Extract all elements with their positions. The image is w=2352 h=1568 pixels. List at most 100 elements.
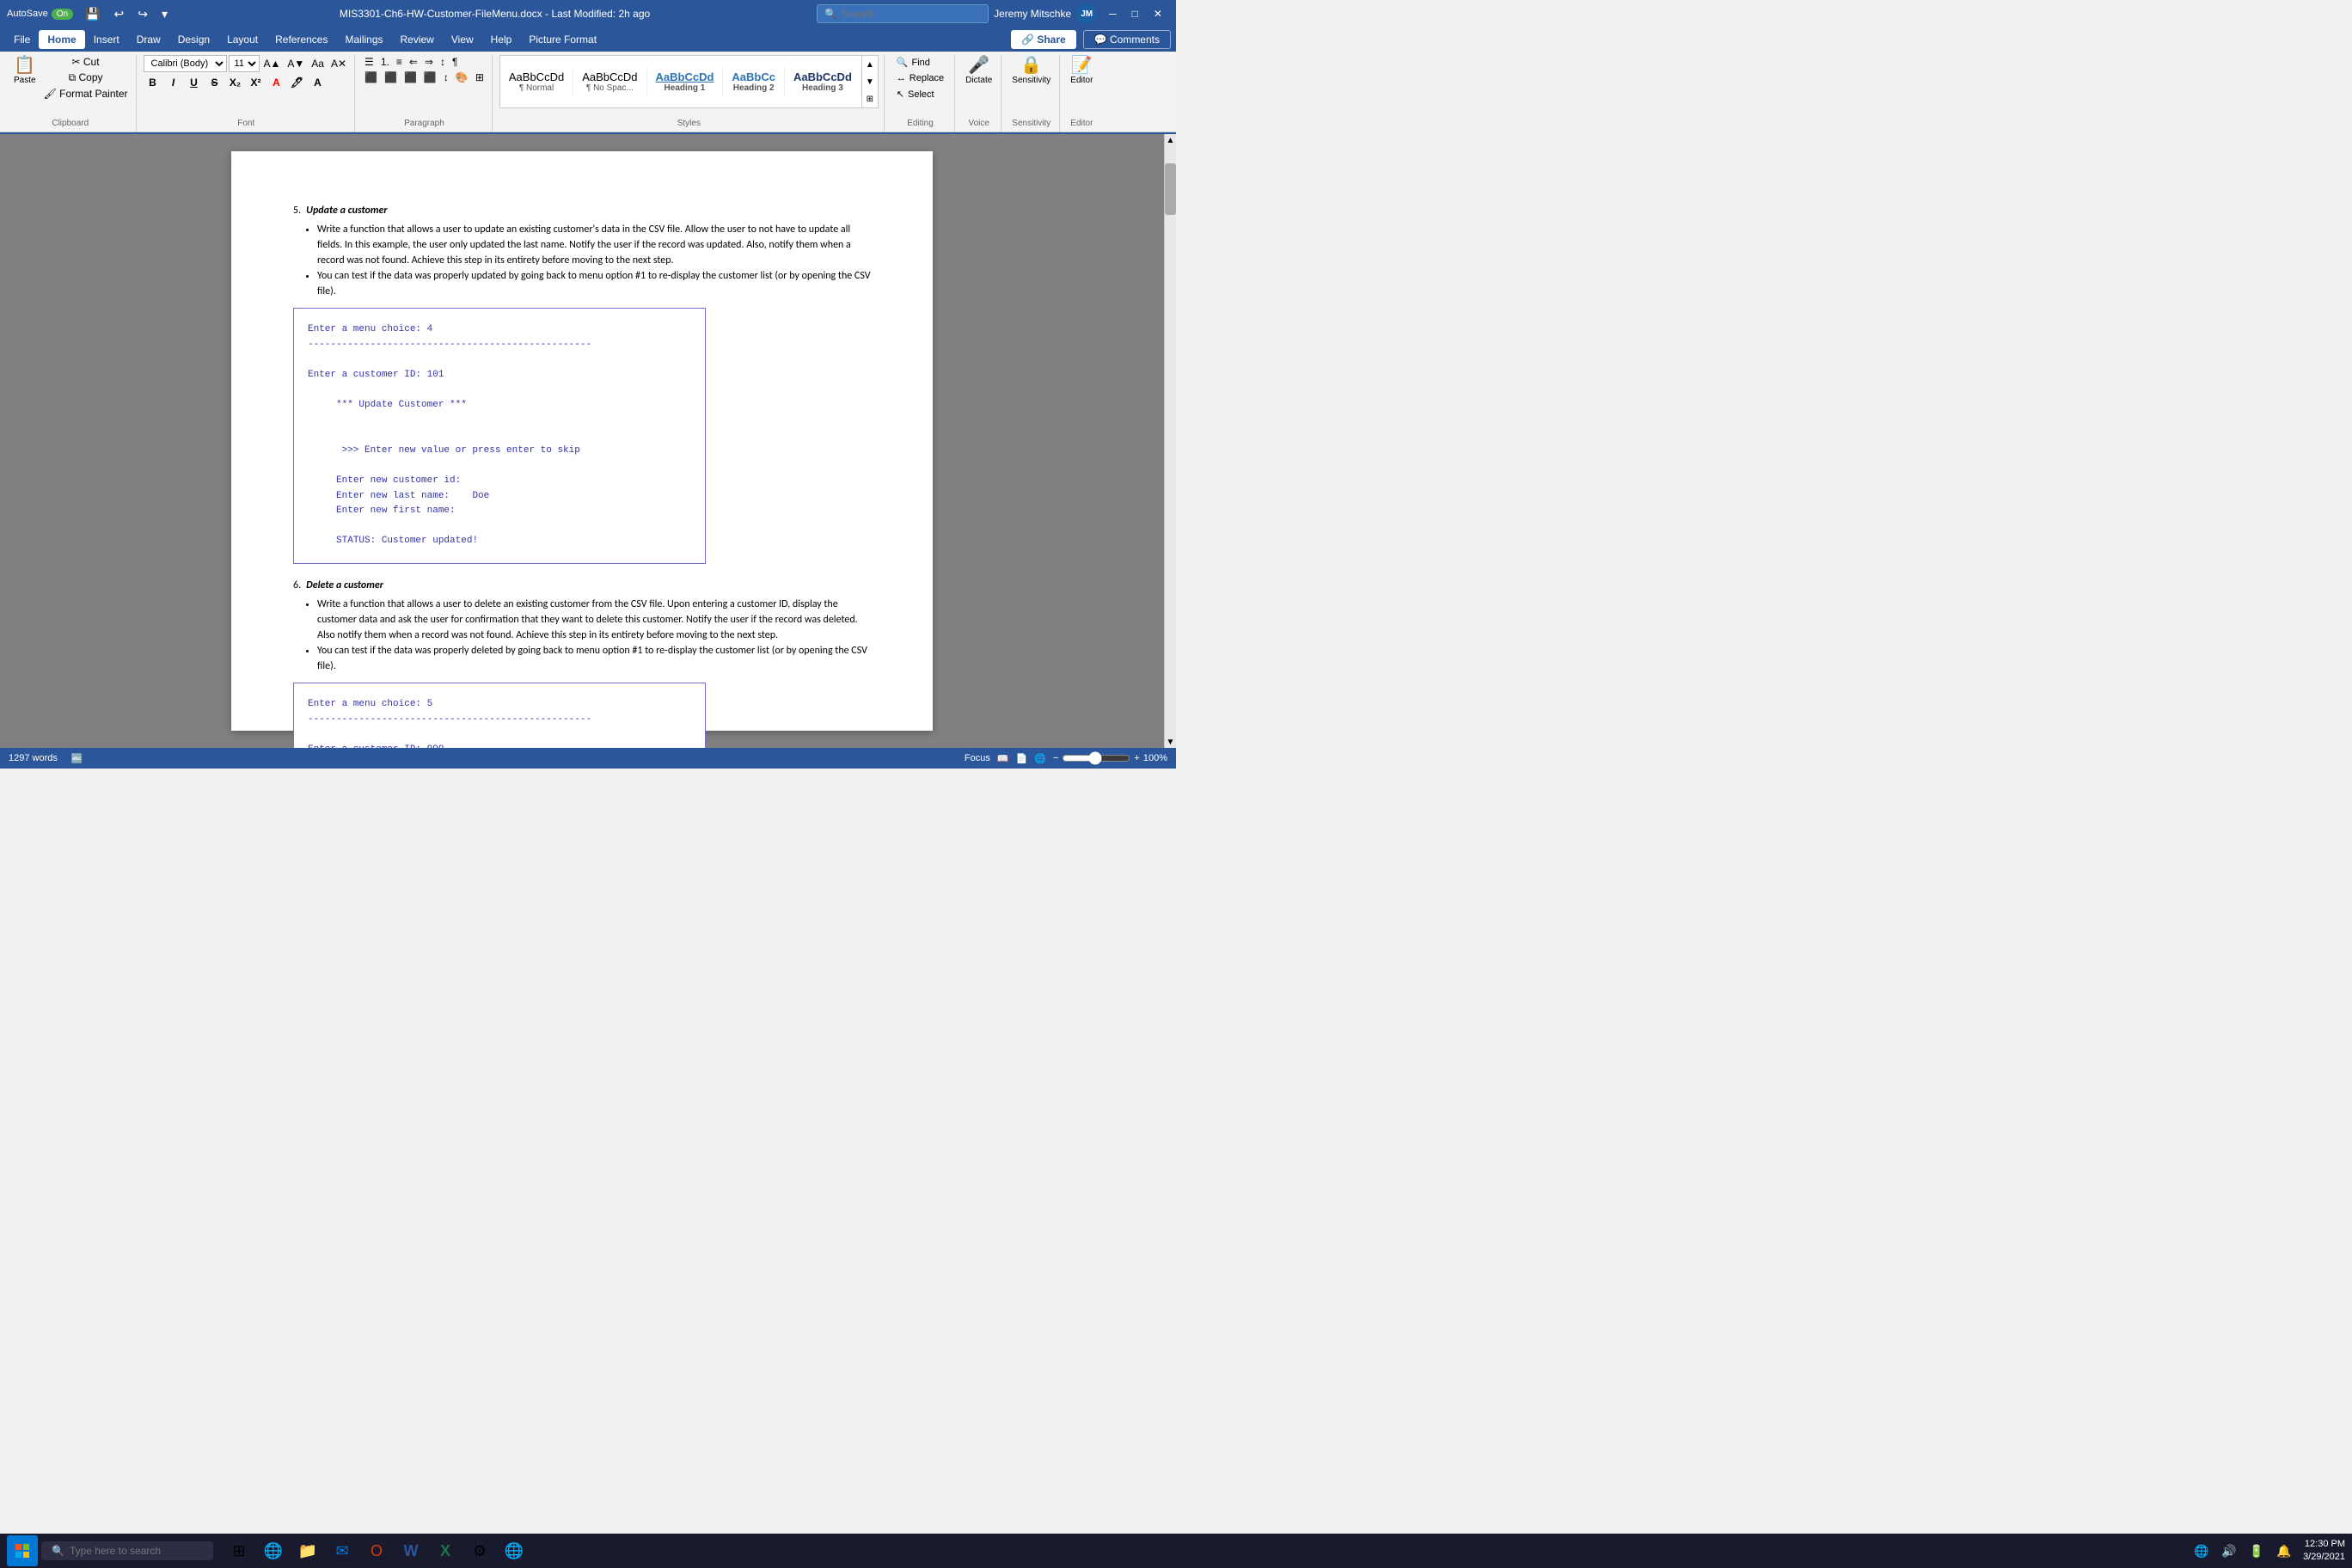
undo-icon[interactable]: ↩ xyxy=(108,5,129,23)
select-button[interactable]: ↖ Select xyxy=(891,87,949,101)
network-icon[interactable]: 🌐 xyxy=(2190,1539,2214,1563)
format-painter-button[interactable]: 🖌 Format Painter xyxy=(41,87,131,101)
multilevel-button[interactable]: ≡ xyxy=(394,55,405,69)
align-left-button[interactable]: ⬛ xyxy=(362,70,380,84)
editor-button[interactable]: 📝 Editor xyxy=(1067,55,1096,87)
comments-button[interactable]: 💬 Comments xyxy=(1083,30,1171,49)
cut-button[interactable]: ✂ Cut xyxy=(41,55,131,69)
menu-references[interactable]: References xyxy=(266,30,336,49)
line-spacing-button[interactable]: ↕ xyxy=(441,70,451,84)
paste-button[interactable]: 📋 Paste xyxy=(10,55,40,87)
copy-button[interactable]: ⧉ Copy xyxy=(41,70,131,85)
scroll-down-button[interactable]: ▼ xyxy=(1165,736,1176,748)
style-normal[interactable]: AaBbCcDd ¶ Normal xyxy=(500,67,573,96)
numbering-button[interactable]: 1. xyxy=(378,55,392,69)
menu-picture-format[interactable]: Picture Format xyxy=(520,30,605,49)
styles-scroll-down[interactable]: ▼ xyxy=(862,73,878,90)
settings-icon[interactable]: ⚙ xyxy=(464,1535,495,1566)
underline-button[interactable]: U xyxy=(185,74,204,91)
file-explorer-icon[interactable]: 📁 xyxy=(292,1535,323,1566)
menu-layout[interactable]: Layout xyxy=(218,30,266,49)
word-icon[interactable]: W xyxy=(395,1535,426,1566)
battery-icon[interactable]: 🔋 xyxy=(2245,1539,2269,1563)
search-input[interactable] xyxy=(841,8,970,20)
menu-design[interactable]: Design xyxy=(169,30,218,49)
volume-icon[interactable]: 🔊 xyxy=(2217,1539,2241,1563)
menu-view[interactable]: View xyxy=(443,30,482,49)
align-center-button[interactable]: ⬛ xyxy=(382,70,400,84)
mail-icon[interactable]: ✉ xyxy=(327,1535,358,1566)
zoom-slider[interactable] xyxy=(1062,751,1130,765)
increase-indent-button[interactable]: ⇒ xyxy=(422,55,436,69)
replace-button[interactable]: ↔ Replace xyxy=(891,71,949,85)
search-box[interactable]: 🔍 xyxy=(817,4,989,23)
sensitivity-button[interactable]: 🔒 Sensitivity xyxy=(1008,55,1054,87)
view-icon-web[interactable]: 🌐 xyxy=(1034,753,1046,764)
view-icon-layout[interactable]: 📄 xyxy=(1016,753,1028,764)
strikethrough-button[interactable]: S xyxy=(205,74,224,91)
zoom-out-icon[interactable]: − xyxy=(1053,753,1058,763)
start-button[interactable] xyxy=(7,1535,38,1566)
taskbar-search-box[interactable]: 🔍 xyxy=(41,1541,213,1560)
font-color-button[interactable]: A xyxy=(267,74,286,91)
dictate-button[interactable]: 🎤 Dictate xyxy=(962,55,995,87)
style-heading2[interactable]: AaBbCc Heading 2 xyxy=(723,67,785,96)
zoom-in-icon[interactable]: + xyxy=(1134,753,1139,763)
justify-button[interactable]: ⬛ xyxy=(421,70,439,84)
notification-icon[interactable]: 🔔 xyxy=(2272,1539,2296,1563)
close-button[interactable]: ✕ xyxy=(1147,6,1169,21)
style-heading3[interactable]: AaBbCcDd Heading 3 xyxy=(785,67,861,96)
style-heading1[interactable]: AaBbCcDd Heading 1 xyxy=(647,67,724,96)
change-case-button[interactable]: Aa xyxy=(309,57,327,70)
align-right-button[interactable]: ⬛ xyxy=(401,70,420,84)
bold-button[interactable]: B xyxy=(144,74,162,91)
bullets-button[interactable]: ☰ xyxy=(362,55,377,69)
clear-format-button[interactable]: A✕ xyxy=(328,57,349,70)
style-no-space[interactable]: AaBbCcDd ¶ No Spac... xyxy=(573,67,646,96)
styles-scroll-up[interactable]: ▲ xyxy=(862,56,878,73)
more-icon[interactable]: ▾ xyxy=(156,5,173,23)
office-icon[interactable]: O xyxy=(361,1535,392,1566)
font-shrink-button[interactable]: A▼ xyxy=(285,57,307,70)
superscript-button[interactable]: X² xyxy=(247,74,266,91)
menu-file[interactable]: File xyxy=(5,30,39,49)
styles-more[interactable]: ⊞ xyxy=(862,90,878,107)
save-icon[interactable]: 💾 xyxy=(80,5,105,23)
scrollbar-thumb[interactable] xyxy=(1165,163,1176,215)
find-button[interactable]: 🔍 Find xyxy=(891,55,949,70)
scroll-up-button[interactable]: ▲ xyxy=(1165,134,1176,146)
menu-draw[interactable]: Draw xyxy=(128,30,169,49)
shading-button[interactable]: 🎨 xyxy=(453,70,471,84)
menu-home[interactable]: Home xyxy=(39,30,84,49)
menu-help[interactable]: Help xyxy=(482,30,521,49)
font-size-select[interactable]: 11 xyxy=(229,55,260,72)
menu-mailings[interactable]: Mailings xyxy=(336,30,391,49)
focus-button[interactable]: Focus xyxy=(965,753,990,763)
decrease-indent-button[interactable]: ⇐ xyxy=(407,55,420,69)
maximize-button[interactable]: □ xyxy=(1125,6,1145,21)
text-color-button[interactable]: A xyxy=(309,74,328,91)
menu-insert[interactable]: Insert xyxy=(85,30,128,49)
excel-icon[interactable]: X xyxy=(430,1535,461,1566)
chrome-icon[interactable]: 🌐 xyxy=(499,1535,530,1566)
borders-button[interactable]: ⊞ xyxy=(473,70,487,84)
highlight-button[interactable]: 🖊 xyxy=(288,74,307,91)
vertical-scrollbar[interactable]: ▲ ▼ xyxy=(1164,134,1176,748)
view-icon-read[interactable]: 📖 xyxy=(997,753,1009,764)
edge-icon[interactable]: 🌐 xyxy=(258,1535,289,1566)
font-family-select[interactable]: Calibri (Body) xyxy=(144,55,227,72)
task-view-icon[interactable]: ⊞ xyxy=(224,1535,254,1566)
sort-button[interactable]: ↕ xyxy=(438,55,448,69)
subscript-button[interactable]: X₂ xyxy=(226,74,245,91)
taskbar-search-input[interactable] xyxy=(70,1545,203,1557)
scrollbar-track[interactable] xyxy=(1165,146,1176,736)
minimize-button[interactable]: ─ xyxy=(1102,6,1124,21)
redo-icon[interactable]: ↪ xyxy=(132,5,153,23)
font-grow-button[interactable]: A▲ xyxy=(261,57,284,70)
share-button[interactable]: 🔗 Share xyxy=(1011,30,1076,49)
autosave-toggle[interactable]: On xyxy=(52,9,73,20)
document-scroll[interactable]: 5. Update a customer Write a function th… xyxy=(0,134,1164,748)
italic-button[interactable]: I xyxy=(164,74,183,91)
menu-review[interactable]: Review xyxy=(392,30,443,49)
show-formatting-button[interactable]: ¶ xyxy=(450,55,460,69)
